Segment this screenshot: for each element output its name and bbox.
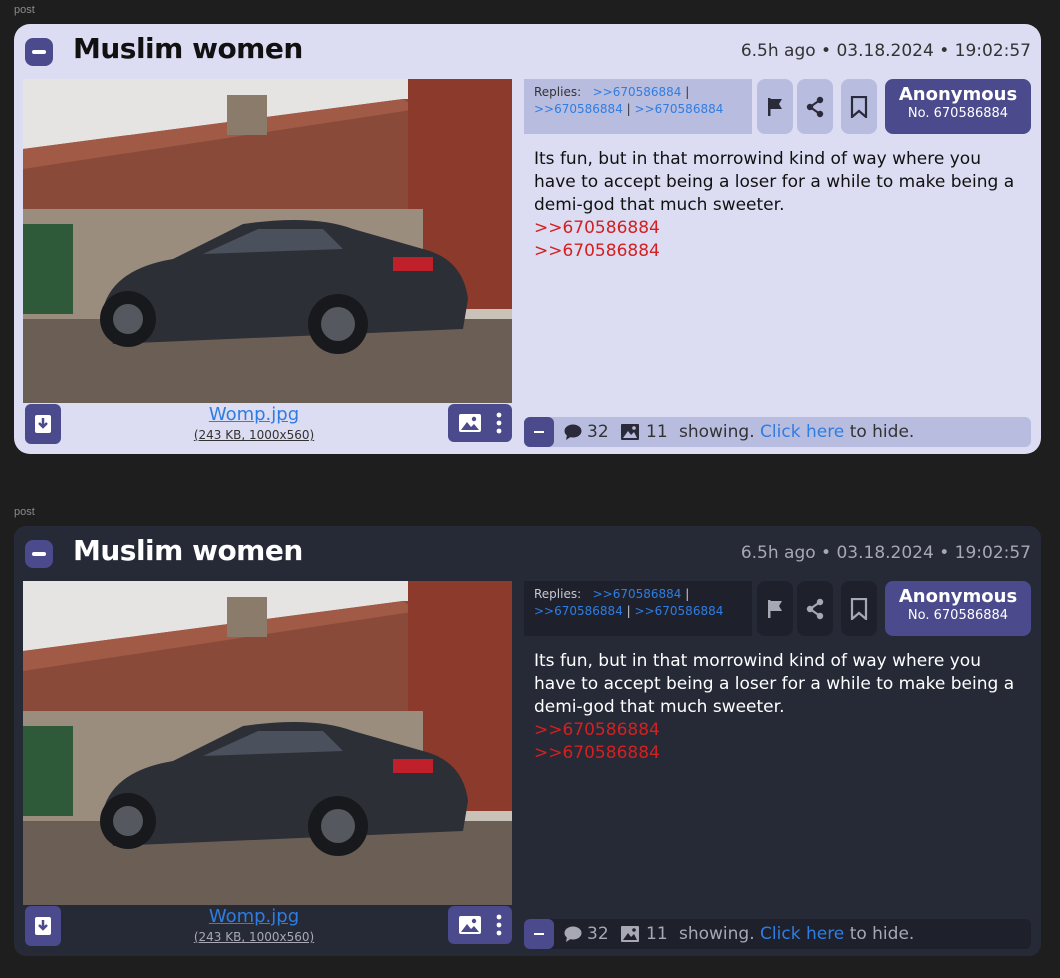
post-timestamp: 6.5h ago • 03.18.2024 • 19:02:57 [740,543,1031,563]
replies-label: Replies: [534,587,582,601]
report-button[interactable] [757,581,793,636]
post-card-dark: Muslim women 6.5h ago • 03.18.2024 • 19:… [14,526,1041,956]
bookmark-button[interactable] [841,79,877,134]
post-number: No. 670586884 [907,106,1009,121]
image-tools [448,404,512,442]
to-hide-label: to hide. [849,422,915,442]
reply-link[interactable]: >>670586884 [635,102,724,116]
reply-separator: | [685,587,690,601]
minus-icon [32,552,46,556]
bookmark-button[interactable] [841,581,877,636]
file-info: (243 KB, 1000x560) [193,930,315,944]
file-name-link[interactable]: Womp.jpg [154,404,354,425]
file-name-link[interactable]: Womp.jpg [154,906,354,927]
image-icon[interactable] [458,914,482,936]
image-icon[interactable] [458,412,482,434]
share-button[interactable] [797,581,833,636]
reply-separator: | [685,85,690,99]
author-name: Anonymous [898,586,1018,607]
kebab-menu-icon[interactable] [496,914,502,936]
car-photo [23,581,512,905]
post-text: Its fun, but in that morrowind kind of w… [534,651,1015,717]
car-photo [23,79,512,403]
report-button[interactable] [757,79,793,134]
post-image[interactable] [23,581,512,905]
reply-link[interactable]: >>670586884 [593,587,682,601]
author-badge[interactable]: Anonymous No. 670586884 [885,581,1031,636]
collapse-post-button[interactable] [25,38,53,66]
bookmark-icon [850,598,868,620]
post-title: Muslim women [73,32,303,65]
showing-text: showing. Click here to hide. [679,422,914,442]
share-icon [806,598,824,620]
image-tools [448,906,512,944]
flag-icon [768,98,782,116]
file-info: (243 KB, 1000x560) [193,428,315,442]
share-button[interactable] [797,79,833,134]
showing-text: showing. Click here to hide. [679,924,914,944]
post-image[interactable] [23,79,512,403]
image-count: 11 [646,422,668,442]
section-label: post [14,506,35,518]
kebab-menu-icon[interactable] [496,412,502,434]
reply-link[interactable]: >>670586884 [534,102,623,116]
quote-link[interactable]: >>670586884 [534,217,1024,240]
minus-icon [534,431,544,433]
thread-status-bar: 32 11 showing. Click here to hide. [524,919,1031,949]
reply-separator: | [626,102,631,116]
click-here-link[interactable]: Click here [760,422,844,442]
author-badge[interactable]: Anonymous No. 670586884 [885,79,1031,134]
showing-label: showing. [679,924,755,944]
collapse-post-button[interactable] [25,540,53,568]
to-hide-label: to hide. [849,924,915,944]
download-button[interactable] [25,404,61,444]
post-number: No. 670586884 [907,608,1009,623]
post-timestamp: 6.5h ago • 03.18.2024 • 19:02:57 [740,41,1031,61]
post-body: Its fun, but in that morrowind kind of w… [534,650,1024,765]
bookmark-icon [850,96,868,118]
image-icon [621,424,639,440]
replies-list: Replies: >>670586884 | >>670586884 | >>6… [524,581,752,636]
image-icon [621,926,639,942]
post-card-light: Muslim women 6.5h ago • 03.18.2024 • 19:… [14,24,1041,454]
post-text: Its fun, but in that morrowind kind of w… [534,149,1015,215]
replies-list: Replies: >>670586884 | >>670586884 | >>6… [524,79,752,134]
download-icon [35,917,51,935]
showing-label: showing. [679,422,755,442]
post-title: Muslim women [73,534,303,567]
collapse-replies-button[interactable] [524,919,554,949]
reply-separator: | [626,604,631,618]
post-body: Its fun, but in that morrowind kind of w… [534,148,1024,263]
click-here-link[interactable]: Click here [760,924,844,944]
comment-icon [564,926,582,942]
flag-icon [768,600,782,618]
thread-status-bar: 32 11 showing. Click here to hide. [524,417,1031,447]
replies-label: Replies: [534,85,582,99]
download-button[interactable] [25,906,61,946]
reply-count: 32 [587,422,609,442]
section-label: post [14,4,35,16]
author-name: Anonymous [898,84,1018,105]
quote-link[interactable]: >>670586884 [534,719,1024,742]
reply-link[interactable]: >>670586884 [635,604,724,618]
reply-count: 32 [587,924,609,944]
comment-icon [564,424,582,440]
reply-link[interactable]: >>670586884 [593,85,682,99]
download-icon [35,415,51,433]
share-icon [806,96,824,118]
reply-link[interactable]: >>670586884 [534,604,623,618]
minus-icon [534,933,544,935]
quote-link[interactable]: >>670586884 [534,742,1024,765]
collapse-replies-button[interactable] [524,417,554,447]
image-count: 11 [646,924,668,944]
minus-icon [32,50,46,54]
quote-link[interactable]: >>670586884 [534,240,1024,263]
